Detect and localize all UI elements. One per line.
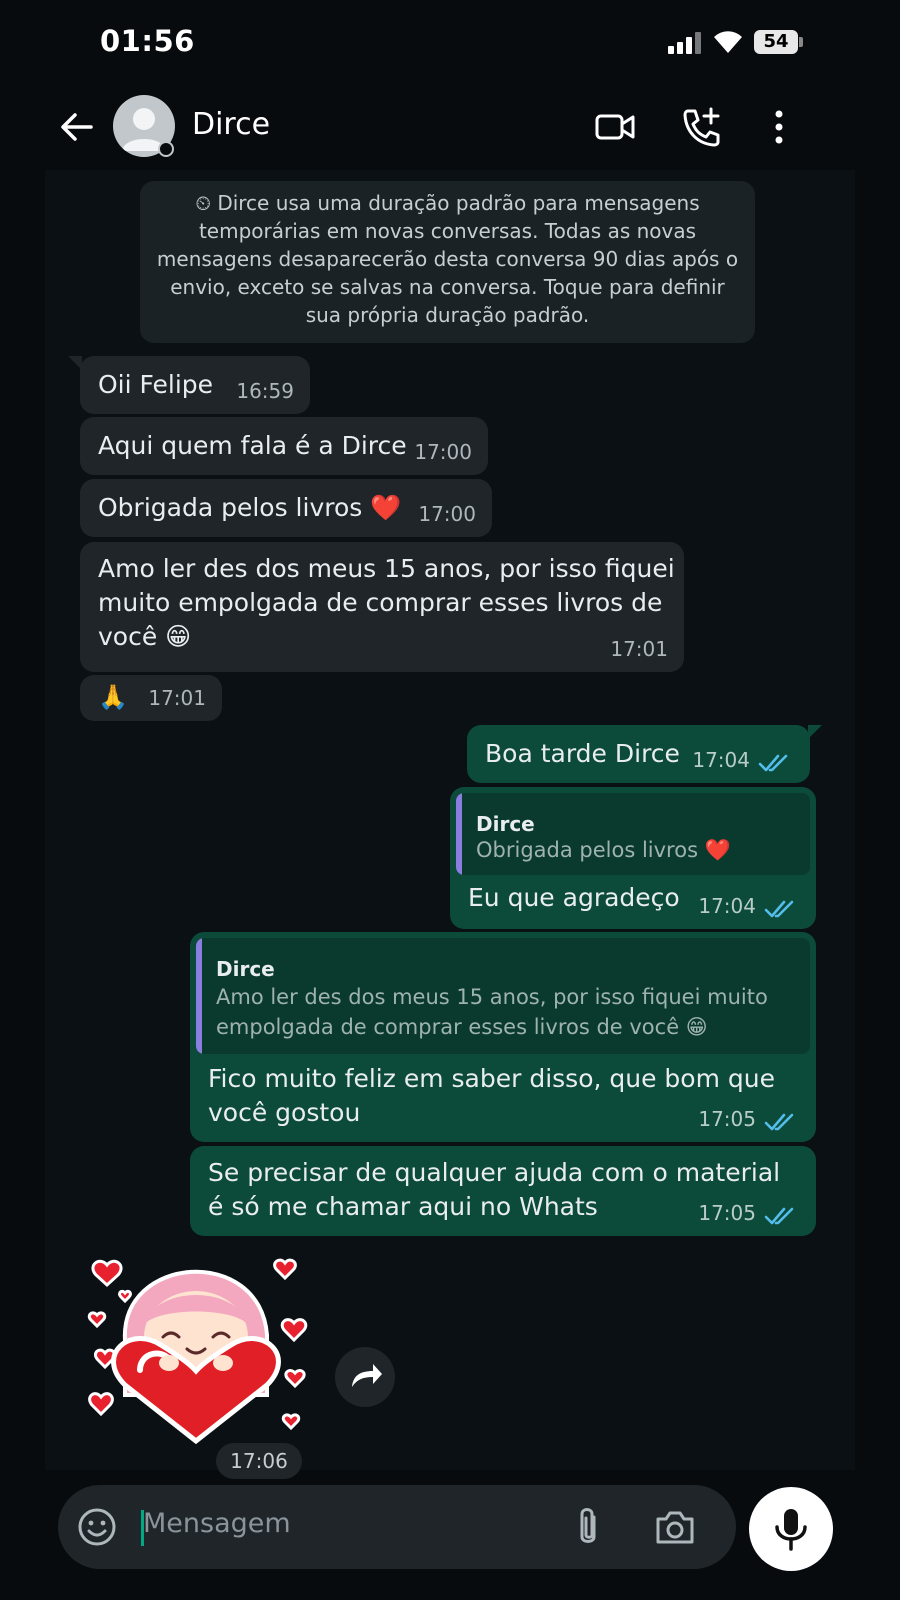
microphone-icon	[775, 1509, 807, 1551]
message-line: você gostou	[208, 1098, 361, 1127]
message-line: é só me chamar aqui no Whats	[208, 1192, 598, 1221]
message-line: muito empolgada de comprar esses livros …	[98, 588, 663, 617]
video-call-icon[interactable]	[593, 105, 637, 149]
quote-text: Amo ler des dos meus 15 anos, por isso f…	[216, 982, 768, 1042]
message-text: Se precisar de qualquer ajuda com o mate…	[208, 1156, 780, 1224]
message-time: 17:01	[148, 686, 206, 710]
signal-icon	[668, 32, 704, 54]
message-text: Eu que agradeço	[468, 883, 680, 912]
chat-screen: 01:56 54 Dirce ⏲ Dirce usa uma duração p…	[0, 0, 900, 1600]
message-text: Obrigada pelos livros ❤️	[98, 493, 402, 522]
message-text: Boa tarde Dirce	[485, 739, 680, 768]
attach-icon[interactable]	[570, 1505, 606, 1549]
status-ring-icon	[158, 141, 174, 157]
disappearing-messages-notice[interactable]: ⏲ Dirce usa uma duração padrão para mens…	[140, 181, 755, 343]
message-bubble-incoming[interactable]: Aqui quem fala é a Dirce 17:00	[80, 417, 488, 475]
status-bar: 01:56 54	[0, 0, 900, 85]
message-time: 17:00	[418, 502, 476, 526]
chat-header: Dirce	[45, 85, 855, 170]
quote-author: Dirce	[216, 957, 275, 981]
message-line: Amo ler des dos meus 15 anos, por isso f…	[98, 554, 675, 583]
message-time: 17:00	[414, 440, 472, 464]
wifi-icon	[714, 31, 742, 53]
quote-line: empolgada de comprar esses livros de voc…	[216, 1015, 708, 1039]
message-text: Fico muito feliz em saber disso, que bom…	[208, 1062, 775, 1130]
quoted-message[interactable]: Dirce Obrigada pelos livros ❤️	[456, 793, 810, 875]
message-text: Oii Felipe	[98, 370, 214, 399]
read-receipt-icon	[764, 1113, 794, 1131]
message-input[interactable]: Mensagem	[143, 1508, 291, 1539]
forward-icon	[352, 1364, 382, 1387]
message-time: 17:01	[610, 637, 668, 661]
message-bubble-incoming[interactable]: 🙏 17:01	[80, 675, 222, 721]
message-line: você 😁	[98, 622, 192, 651]
read-receipt-icon	[764, 1207, 794, 1225]
message-time: 16:59	[236, 379, 294, 403]
message-time: 17:04	[698, 894, 756, 918]
quote-text: Obrigada pelos livros ❤️	[476, 838, 731, 862]
read-receipt-icon	[758, 754, 788, 772]
message-bubble-incoming[interactable]: Oii Felipe 16:59	[68, 356, 310, 414]
camera-icon[interactable]	[654, 1507, 696, 1547]
message-emoji: 🙏	[98, 683, 128, 711]
contact-name[interactable]: Dirce	[192, 107, 270, 142]
add-call-icon[interactable]	[679, 105, 723, 149]
message-time: 17:05	[698, 1201, 756, 1225]
quoted-message[interactable]: Dirce Amo ler des dos meus 15 anos, por …	[196, 938, 810, 1054]
back-arrow-icon[interactable]	[57, 107, 97, 147]
message-bubble-outgoing[interactable]: Se precisar de qualquer ajuda com o mate…	[190, 1146, 816, 1236]
message-line: Fico muito feliz em saber disso, que bom…	[208, 1064, 775, 1093]
status-time: 01:56	[100, 24, 195, 58]
quote-line: Amo ler des dos meus 15 anos, por isso f…	[216, 985, 768, 1009]
more-options-icon[interactable]	[757, 105, 801, 149]
message-bubble-outgoing[interactable]: Dirce Obrigada pelos livros ❤️ Eu que ag…	[450, 787, 816, 929]
forward-button[interactable]	[335, 1347, 395, 1407]
battery-tip	[799, 37, 803, 47]
emoji-icon[interactable]	[76, 1506, 118, 1548]
message-bubble-incoming[interactable]: Amo ler des dos meus 15 anos, por isso f…	[80, 542, 684, 672]
message-time: 17:04	[692, 748, 750, 772]
voice-message-button[interactable]	[749, 1487, 833, 1571]
read-receipt-icon	[764, 900, 794, 918]
message-time: 17:05	[698, 1107, 756, 1131]
message-text: Amo ler des dos meus 15 anos, por isso f…	[98, 552, 675, 654]
message-time: 17:06	[216, 1443, 302, 1479]
message-bubble-outgoing[interactable]: Boa tarde Dirce 17:04	[467, 725, 822, 783]
battery-icon: 54	[754, 30, 798, 54]
message-line: Se precisar de qualquer ajuda com o mate…	[208, 1158, 781, 1187]
sticker-girl-heart-icon[interactable]	[85, 1245, 315, 1445]
message-bubble-outgoing[interactable]: Dirce Amo ler des dos meus 15 anos, por …	[190, 932, 816, 1142]
message-text: Aqui quem fala é a Dirce	[98, 431, 407, 460]
message-bubble-incoming[interactable]: Obrigada pelos livros ❤️ 17:00	[80, 479, 492, 537]
